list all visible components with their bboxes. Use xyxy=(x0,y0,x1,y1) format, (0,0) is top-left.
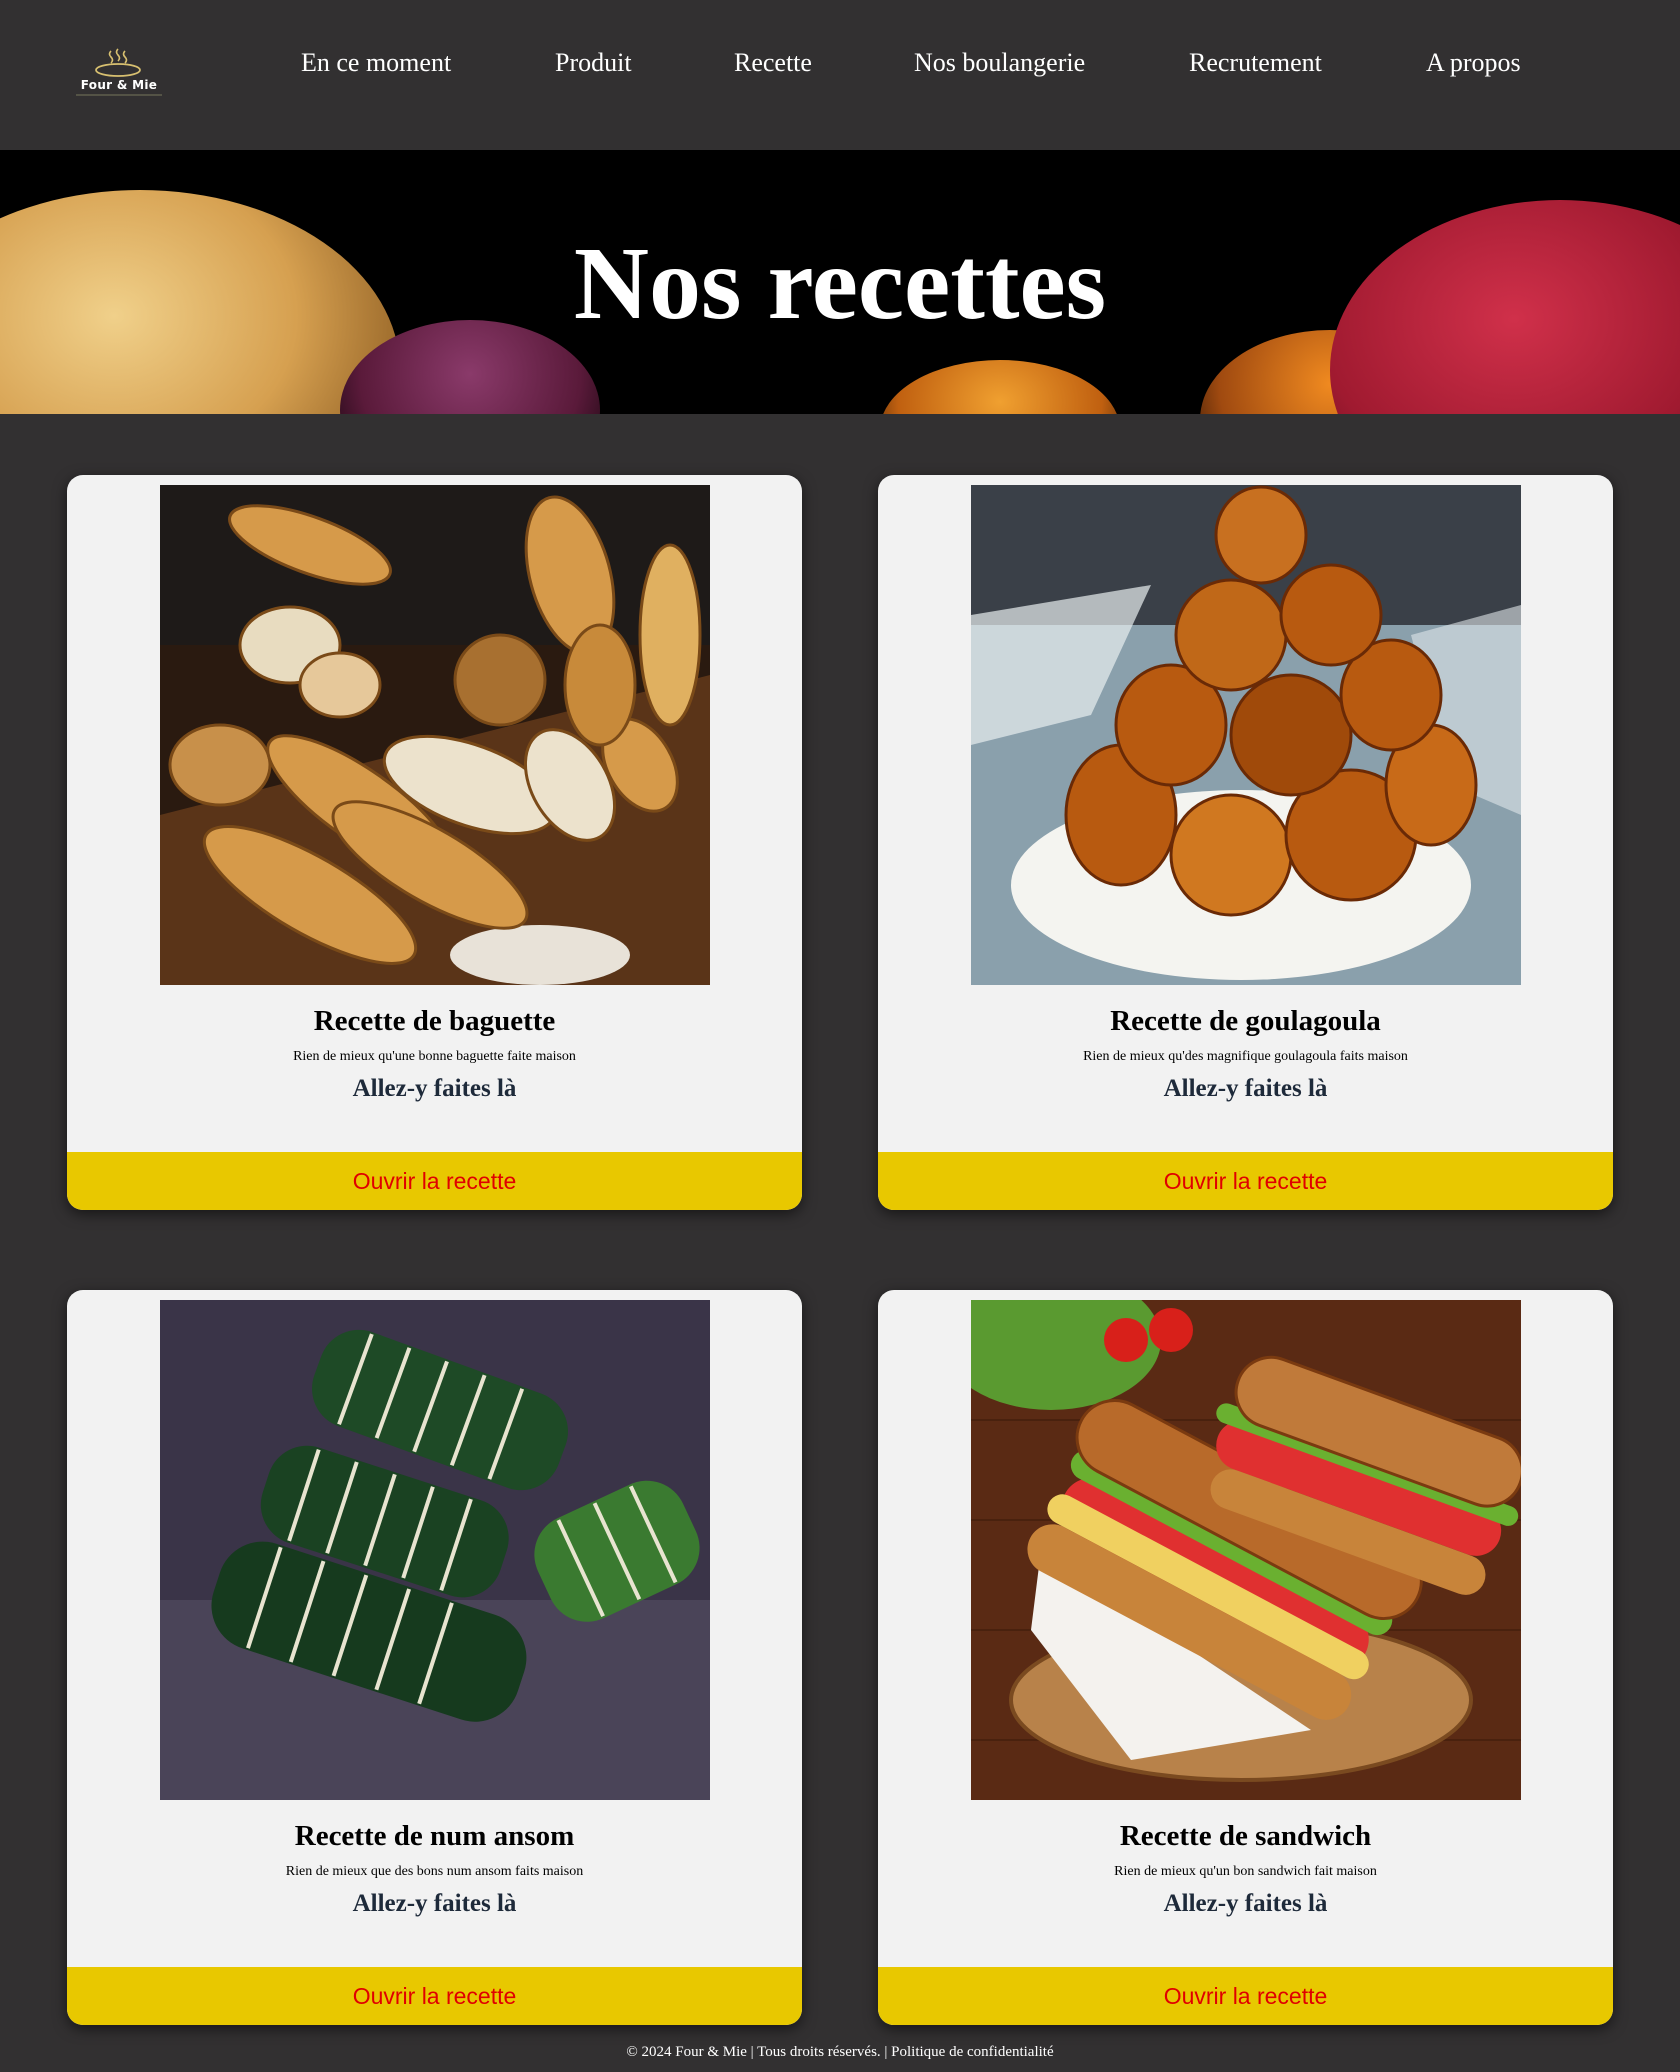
recipe-cta-text: Allez-y faites là xyxy=(352,1075,517,1102)
recipe-title: Recette de num ansom xyxy=(294,1820,575,1852)
recipe-cta-text: Allez-y faites là xyxy=(1163,1075,1328,1102)
nav-a-propos[interactable]: A propos xyxy=(1426,48,1521,78)
recipe-description: Rien de mieux que des bons num ansom fai… xyxy=(285,1864,584,1879)
recipe-description: Rien de mieux qu'des magnifique goulagou… xyxy=(1083,1049,1408,1064)
leaf-wrapped-rice-cakes-image xyxy=(160,1300,710,1800)
site-footer: © 2024 Four & Mie | Tous droits réservés… xyxy=(626,2044,1054,2060)
logo-tagline xyxy=(76,94,162,96)
nav-nos-boulangerie[interactable]: Nos boulangerie xyxy=(914,48,1085,78)
nav-produit[interactable]: Produit xyxy=(555,48,632,78)
recipe-card-sandwich: Recette de sandwich Rien de mieux qu'un … xyxy=(878,1290,1613,2025)
nav-recette[interactable]: Recette xyxy=(734,48,812,78)
recipe-title: Recette de goulagoula xyxy=(1110,1005,1381,1037)
hero-banner: Nos recettes xyxy=(0,150,1680,414)
open-recipe-button[interactable]: Ouvrir la recette xyxy=(67,1152,802,1210)
open-recipe-button[interactable]: Ouvrir la recette xyxy=(878,1967,1613,2025)
recipe-cta-text: Allez-y faites là xyxy=(1163,1890,1328,1917)
page-title: Nos recettes xyxy=(573,226,1107,341)
recipe-cta-text: Allez-y faites là xyxy=(352,1890,517,1917)
recipe-title: Recette de baguette xyxy=(313,1005,556,1037)
recipe-card-baguette: Recette de baguette Rien de mieux qu'une… xyxy=(67,475,802,1210)
recipe-card-num-ansom: Recette de num ansom Rien de mieux que d… xyxy=(67,1290,802,2025)
recipe-title: Recette de sandwich xyxy=(1119,1820,1372,1852)
site-header: Four & Mie En ce moment Produit Recette … xyxy=(0,0,1680,150)
submarine-sandwich-image xyxy=(971,1300,1521,1800)
bread-baguettes-image xyxy=(160,485,710,985)
recipe-card-goulagoula: Recette de goulagoula Rien de mieux qu'd… xyxy=(878,475,1613,1210)
fried-dough-balls-image xyxy=(971,485,1521,985)
open-recipe-button[interactable]: Ouvrir la recette xyxy=(67,1967,802,2025)
open-recipe-button[interactable]: Ouvrir la recette xyxy=(878,1152,1613,1210)
main-nav: En ce moment Produit Recette Nos boulang… xyxy=(0,48,1680,84)
recipe-description: Rien de mieux qu'un bon sandwich fait ma… xyxy=(1114,1864,1377,1879)
nav-recrutement[interactable]: Recrutement xyxy=(1189,48,1322,78)
nav-en-ce-moment[interactable]: En ce moment xyxy=(301,48,451,78)
recipe-description: Rien de mieux qu'une bonne baguette fait… xyxy=(293,1049,576,1064)
